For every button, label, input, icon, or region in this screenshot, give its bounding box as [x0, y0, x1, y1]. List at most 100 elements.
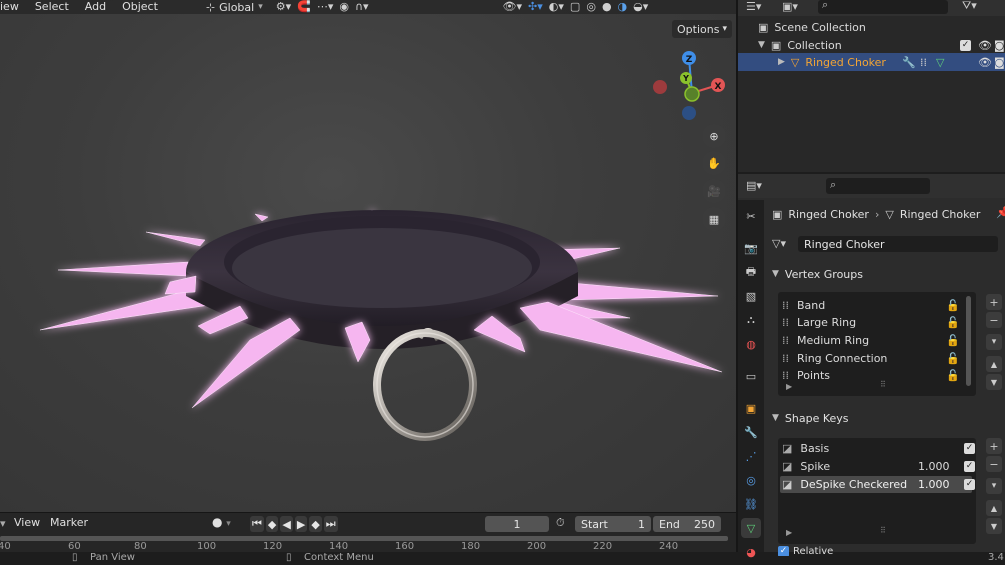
list-filter-arrow-icon[interactable]: ▶ — [786, 528, 792, 537]
outliner-row-collection[interactable]: ▼ ▣ Collection ✓ 👁 ◙ — [738, 36, 1005, 54]
zoom-icon[interactable]: ⊕ — [702, 124, 726, 148]
list-item[interactable]: ⁞⁞ Large Ring 🔓 — [782, 314, 972, 331]
render-tab-icon[interactable]: 📷 — [741, 238, 761, 258]
physics-tab-icon[interactable]: ◎ — [741, 470, 761, 490]
move-up-button[interactable]: ▲ — [986, 500, 1002, 516]
mesh-data-tab-icon[interactable]: ▽ — [741, 518, 761, 538]
stopwatch-icon[interactable]: ⏱ — [556, 516, 565, 530]
relative-checkbox-row[interactable]: ✓ Relative — [778, 546, 833, 556]
add-vertex-group-button[interactable]: + — [986, 294, 1002, 310]
move-down-button[interactable]: ▼ — [986, 518, 1002, 534]
lock-icon[interactable]: 🔓 — [946, 334, 960, 347]
exclude-checkbox[interactable]: ✓ — [960, 39, 971, 51]
shape-key-mute-checkbox[interactable]: ✓ — [964, 479, 975, 490]
display-mode-icon[interactable]: ▣▾ — [782, 0, 798, 13]
move-down-button[interactable]: ▼ — [986, 374, 1002, 390]
view-layer-tab-icon[interactable]: ▧ — [741, 286, 761, 306]
shape-key-value[interactable]: 1.000 — [918, 478, 950, 491]
object-tab-icon[interactable]: ▣ — [741, 398, 761, 418]
camera-icon[interactable]: 🎥 — [702, 179, 726, 203]
constraints-tab-icon[interactable]: ⛓ — [741, 494, 761, 514]
lock-icon[interactable]: 🔓 — [946, 352, 960, 365]
lock-icon[interactable]: 🔓 — [946, 299, 960, 312]
prev-keyframe-icon[interactable]: ◆ — [265, 516, 279, 532]
list-scrollbar[interactable] — [966, 296, 971, 386]
remove-vertex-group-button[interactable]: − — [986, 312, 1002, 328]
move-up-button[interactable]: ▲ — [986, 356, 1002, 372]
mesh-data-icon[interactable]: ▽ — [936, 56, 944, 69]
editor-type-icon[interactable]: ☰▾ — [746, 0, 761, 13]
list-resize-grip[interactable]: ⠿ — [880, 526, 886, 535]
vertex-group-specials-button[interactable]: ▾ — [986, 334, 1002, 350]
properties-tabs: ✂ 📷 🖶 ▧ ⛬ ◍ ▭ ▣ 🔧 ⋰ ◎ ⛓ ▽ ◕ — [738, 200, 764, 559]
shape-key-value[interactable]: 1.000 — [918, 460, 950, 473]
shape-key-specials-button[interactable]: ▾ — [986, 478, 1002, 494]
list-resize-grip[interactable]: ⠿ — [880, 380, 886, 389]
end-frame-field[interactable]: End 250 — [653, 516, 721, 532]
timeline-editor-type-icon[interactable]: ▾ — [0, 517, 6, 530]
tool-tab-icon[interactable]: ✂ — [741, 206, 761, 226]
next-keyframe-icon[interactable]: ◆ — [309, 516, 322, 532]
list-filter-arrow-icon[interactable]: ▶ — [786, 382, 792, 391]
camera-icon[interactable]: ◙ — [994, 39, 1005, 52]
properties-search-input[interactable]: ⌕ — [826, 178, 930, 194]
shape-keys-list[interactable]: ◪ Basis ✓ ◪ Spike 1.000 ✓ ◪ DeSpike Checker… — [778, 438, 976, 544]
frame-tick: 220 — [593, 541, 613, 552]
list-item[interactable]: ◪ DeSpike Checkered 1.000 ✓ — [780, 476, 975, 493]
3d-viewport[interactable]: iew Select Add Object ⊹ Global ▾ ⚙▾ 🧲 ⋯▾… — [0, 0, 736, 512]
expand-arrow-icon[interactable]: ▼ — [758, 40, 765, 50]
play-reverse-icon[interactable]: ◀ — [280, 516, 293, 532]
record-icon[interactable]: ● ▾ — [212, 515, 231, 529]
list-item[interactable]: ⁞⁞ Band 🔓 — [782, 297, 972, 314]
scene-tab-icon[interactable]: ⛬ — [741, 310, 761, 330]
pin-icon[interactable]: 📌 — [996, 206, 1005, 219]
add-shape-key-button[interactable]: + — [986, 438, 1002, 454]
eye-icon[interactable]: 👁 — [978, 39, 992, 52]
list-item[interactable]: ◪ Spike 1.000 ✓ — [782, 458, 975, 475]
mesh-name-field[interactable]: Ringed Choker — [798, 236, 998, 252]
filter-icon[interactable]: ⛛▾ — [962, 0, 977, 13]
world-tab-icon[interactable]: ◍ — [741, 334, 761, 354]
play-icon[interactable]: ▶ — [294, 516, 308, 532]
shape-key-mute-checkbox[interactable]: ✓ — [964, 443, 975, 454]
shape-key-icon: ◪ — [782, 460, 793, 473]
lock-icon[interactable]: 🔓 — [946, 316, 960, 329]
list-item[interactable]: ◪ Basis ✓ — [782, 440, 975, 457]
perspective-grid-icon[interactable]: ▦ — [702, 207, 726, 231]
material-tab-icon[interactable]: ◕ — [741, 542, 761, 562]
remove-shape-key-button[interactable]: − — [986, 456, 1002, 472]
vertex-groups-panel-header[interactable]: ▼ Vertex Groups — [772, 264, 863, 284]
gizmo-y-label: Y — [682, 74, 689, 83]
jump-end-icon[interactable]: ⏭ — [323, 516, 338, 532]
outliner-row-scene-collection[interactable]: ▣ Scene Collection — [738, 18, 1005, 36]
modifier-tab-icon[interactable]: 🔧 — [741, 422, 761, 442]
particles-tab-icon[interactable]: ⋰ — [741, 446, 761, 466]
vertex-groups-icon[interactable]: ⁞⁞ — [920, 56, 927, 69]
eye-icon[interactable]: 👁 — [978, 56, 992, 69]
list-item[interactable]: ⁞⁞ Points 🔓 — [782, 367, 972, 384]
outliner-search-input[interactable]: ⌕ — [818, 0, 948, 14]
jump-start-icon[interactable]: ⏮ — [250, 516, 264, 532]
output-tab-icon[interactable]: 🖶 — [741, 262, 761, 282]
collection-tab-icon[interactable]: ▭ — [741, 366, 761, 386]
outliner-row-ringed-choker[interactable]: ▶ ▽ Ringed Choker 🔧 ⁞⁞ ▽ 👁 ◙ — [738, 53, 1005, 71]
start-frame-field[interactable]: Start 1 — [575, 516, 651, 532]
vertex-groups-list[interactable]: ⁞⁞ Band 🔓 ⁞⁞ Large Ring 🔓 ⁞⁞ Medium Ring 🔓 … — [778, 292, 976, 396]
list-item[interactable]: ⁞⁞ Ring Connection 🔓 — [782, 350, 972, 367]
navigation-gizmo[interactable]: Z Y X — [650, 48, 730, 126]
timeline-menu-marker[interactable]: Marker — [42, 516, 96, 530]
list-item[interactable]: ⁞⁞ Medium Ring 🔓 — [782, 332, 972, 349]
expand-arrow-icon[interactable]: ▶ — [778, 57, 785, 67]
current-frame-field[interactable]: 1 — [485, 516, 549, 532]
relative-checkbox[interactable]: ✓ — [778, 546, 789, 556]
timeline-scrubber[interactable] — [0, 536, 728, 541]
pan-hand-icon[interactable]: ✋ — [702, 151, 726, 175]
lock-icon[interactable]: 🔓 — [946, 369, 960, 382]
shape-keys-panel-header[interactable]: ▼ Shape Keys — [772, 408, 849, 428]
modifier-wrench-icon[interactable]: 🔧 — [902, 56, 916, 69]
editor-type-icon[interactable]: ▤▾ — [746, 179, 762, 192]
camera-icon[interactable]: ◙ — [994, 56, 1005, 69]
mesh-browse-icon[interactable]: ▽▾ — [772, 237, 786, 250]
shape-key-mute-checkbox[interactable]: ✓ — [964, 461, 975, 472]
search-icon: ⌕ — [822, 0, 829, 11]
